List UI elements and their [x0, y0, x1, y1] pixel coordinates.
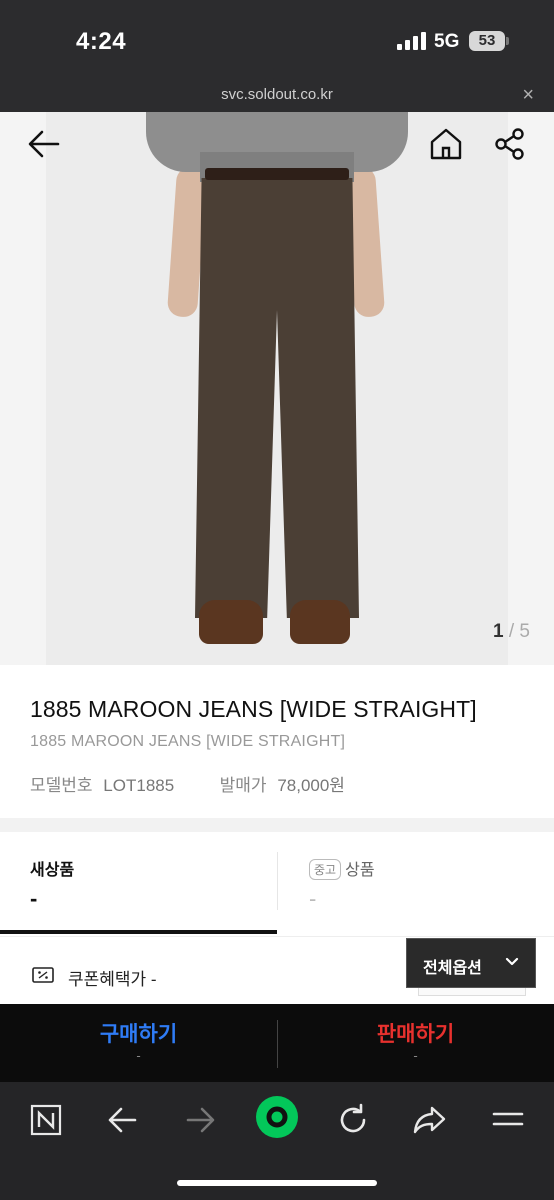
all-options-label: 전체옵션	[423, 960, 482, 977]
model-number-label: 모델번호	[30, 776, 93, 795]
model-belt	[205, 168, 349, 180]
product-image[interactable]: 1 / 5	[0, 112, 554, 665]
coupon-icon	[32, 967, 54, 983]
image-pager: 1 / 5	[493, 621, 530, 643]
buy-price: -	[136, 1048, 141, 1063]
url-bar[interactable]: svc.soldout.co.kr ×	[0, 80, 554, 112]
tab-used-price: -	[309, 886, 317, 911]
model-shoe-right	[290, 600, 350, 644]
back-arrow-icon[interactable]	[26, 126, 62, 162]
sell-label: 판매하기	[376, 1023, 455, 1046]
signal-icon	[397, 32, 426, 50]
sell-price: -	[413, 1048, 418, 1063]
model-number-value: LOT1885	[103, 776, 175, 795]
refresh-icon[interactable]	[331, 1098, 375, 1142]
browser-back-icon[interactable]	[101, 1098, 145, 1142]
tab-new-price: -	[30, 886, 38, 911]
options-dropdown-edge	[418, 988, 526, 996]
product-title: 1885 MAROON JEANS [WIDE STRAIGHT]	[30, 696, 477, 722]
tab-used-product[interactable]: 중고 상품 -	[277, 832, 554, 936]
naver-n-icon[interactable]	[24, 1098, 68, 1142]
model-shoe-left	[199, 600, 263, 644]
chevron-down-icon	[505, 957, 519, 966]
buy-sell-bar: 구매하기 - 판매하기 -	[0, 1004, 554, 1082]
pager-separator: /	[503, 621, 520, 642]
active-tab-indicator	[0, 930, 277, 934]
section-gap	[0, 818, 554, 832]
share-icon[interactable]	[492, 126, 528, 162]
battery-tip	[506, 37, 509, 45]
tab-new-product[interactable]: 새상품 -	[0, 832, 277, 936]
pager-current: 1	[493, 621, 504, 642]
coupon-price-label: 쿠폰혜택가 -	[68, 970, 157, 989]
share-arrow-icon[interactable]	[408, 1098, 452, 1142]
used-badge: 중고	[309, 859, 342, 880]
product-info: 1885 MAROON JEANS [WIDE STRAIGHT] 1885 M…	[0, 665, 554, 818]
tab-used-label: 상품	[345, 862, 375, 879]
battery-icon: 53	[469, 31, 505, 51]
menu-icon[interactable]	[486, 1098, 530, 1142]
browser-toolbar	[0, 1082, 554, 1200]
buy-button[interactable]: 구매하기 -	[0, 1004, 277, 1082]
status-bar: 4:24 5G 53	[0, 0, 554, 80]
pager-total: 5	[519, 621, 530, 642]
sell-button[interactable]: 판매하기 -	[277, 1004, 554, 1082]
product-subtitle: 1885 MAROON JEANS [WIDE STRAIGHT]	[30, 733, 346, 750]
home-icon[interactable]	[428, 126, 464, 162]
all-options-button[interactable]: 전체옵션	[406, 938, 536, 988]
status-time: 4:24	[76, 28, 127, 55]
tab-used-label-wrap: 중고 상품	[309, 856, 375, 880]
condition-tabs: 새상품 - 중고 상품 -	[0, 832, 554, 936]
release-price-value: 78,000원	[277, 776, 345, 795]
network-type: 5G	[434, 31, 460, 52]
browser-forward-icon[interactable]	[178, 1098, 222, 1142]
close-icon[interactable]: ×	[522, 84, 534, 107]
tab-new-label: 새상품	[30, 862, 75, 879]
release-price-label: 발매가	[219, 776, 267, 795]
green-circle-icon[interactable]	[254, 1094, 300, 1140]
buy-label: 구매하기	[99, 1023, 178, 1046]
home-indicator	[177, 1180, 377, 1186]
product-meta: 모델번호 LOT1885 발매가 78,000원	[30, 771, 351, 796]
url-text[interactable]: svc.soldout.co.kr	[0, 86, 554, 103]
